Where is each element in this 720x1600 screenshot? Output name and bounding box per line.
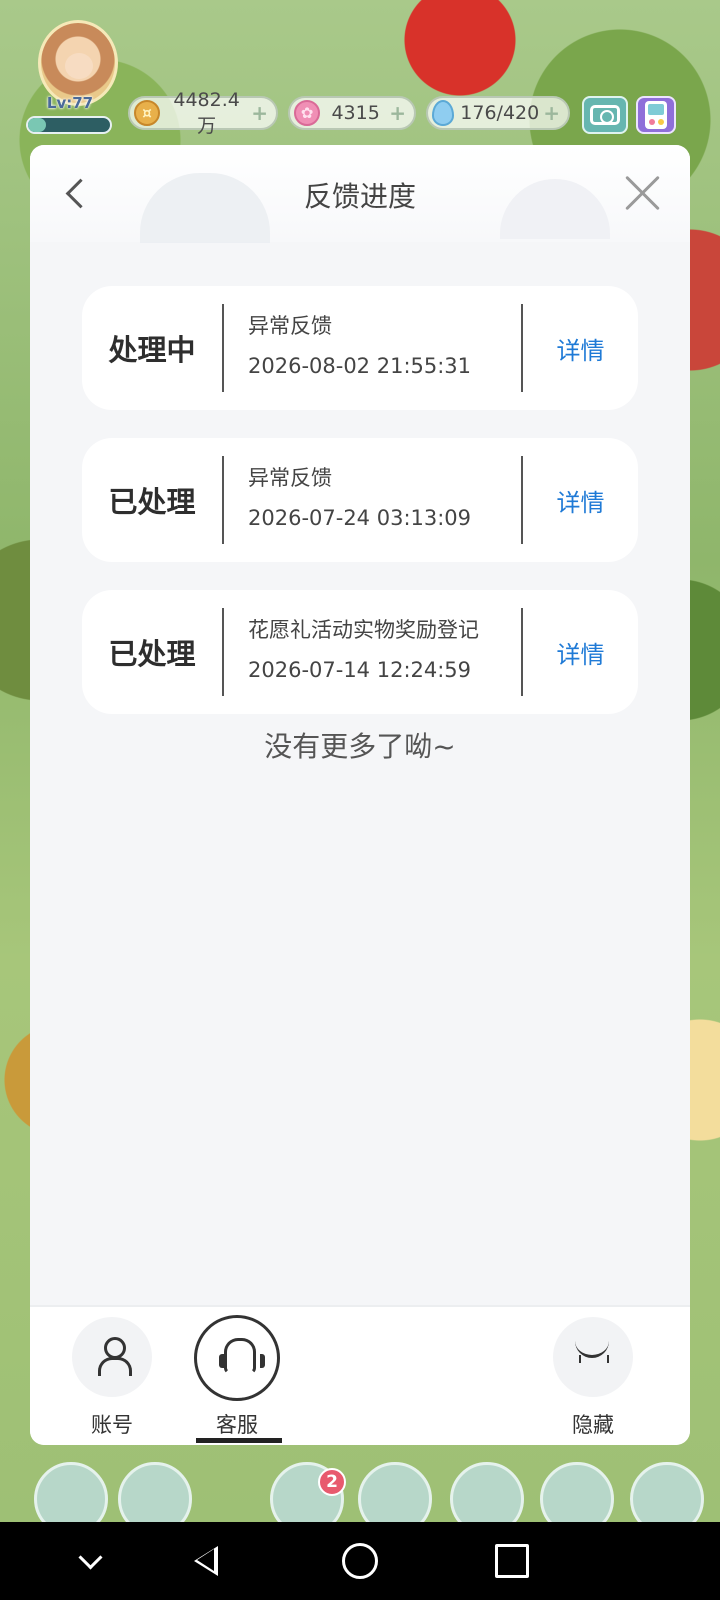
end-of-list-text: 没有更多了呦~ (264, 730, 456, 763)
tab-account-label: 账号 (91, 1413, 133, 1437)
details-link[interactable]: 详情 (523, 286, 638, 410)
service-icon-circle (194, 1315, 280, 1401)
avatar-face (65, 53, 93, 79)
record-time: 2026-08-02 21:55:31 (248, 354, 472, 378)
hide-icon-circle (553, 1317, 633, 1397)
active-tab-indicator (196, 1438, 282, 1443)
divider (222, 304, 224, 392)
account-icon-circle (72, 1317, 152, 1397)
details-link[interactable]: 详情 (523, 438, 638, 562)
details-link[interactable]: 详情 (523, 590, 638, 714)
feedback-record: 已处理 花愿礼活动实物奖励登记 2026-07-14 12:24:59 详情 (82, 590, 638, 714)
page-title: 反馈进度 (303, 180, 416, 213)
add-water-icon[interactable]: + (543, 101, 560, 125)
record-status: 已处理 (108, 485, 196, 519)
record-type: 异常反馈 (248, 314, 332, 338)
water-pill[interactable]: 176/420 + (426, 96, 570, 130)
divider (222, 608, 224, 696)
tab-account[interactable]: 账号 (67, 1317, 157, 1443)
record-type: 花愿礼活动实物奖励登记 (248, 618, 479, 642)
feedback-list: 处理中 异常反馈 2026-08-02 21:55:31 详情 已处理 异常反馈… (82, 286, 638, 742)
panel-header: 反馈进度 (30, 145, 690, 243)
system-nav-bar (0, 1522, 720, 1600)
person-icon (97, 1337, 132, 1377)
game-console-icon (645, 101, 667, 129)
add-coins-icon[interactable]: + (251, 101, 268, 125)
game-bottom-bar (0, 1448, 720, 1536)
game-console-button[interactable] (636, 96, 676, 134)
coins-pill[interactable]: ¤ 4482.4万 + (128, 89, 278, 137)
chevron-down-icon[interactable] (50, 1522, 130, 1600)
record-status: 处理中 (108, 333, 196, 367)
notification-badge: 2 (318, 1468, 346, 1496)
exp-bar-fill (28, 118, 47, 132)
headset-icon (217, 1336, 265, 1380)
record-type: 异常反馈 (248, 466, 332, 490)
water-drop-icon (432, 100, 455, 126)
camera-button[interactable] (582, 96, 628, 134)
record-time: 2026-07-14 12:24:59 (248, 658, 472, 682)
system-back-icon[interactable] (166, 1522, 246, 1600)
coins-value: 4482.4万 (173, 88, 240, 137)
feedback-record: 已处理 异常反馈 2026-07-24 03:13:09 详情 (82, 438, 638, 562)
camera-icon (590, 105, 620, 125)
tab-customer-service-label: 客服 (216, 1413, 258, 1437)
close-icon[interactable] (622, 173, 662, 213)
closed-eye-icon (573, 1347, 613, 1367)
flower-icon: ✿ (294, 100, 320, 126)
water-value: 176/420 (460, 102, 540, 124)
panel-bottom-nav: 账号 客服 隐藏 (30, 1305, 690, 1445)
feedback-progress-panel: 反馈进度 处理中 异常反馈 2026-08-02 21:55:31 详情 已处理… (30, 145, 690, 1445)
record-time: 2026-07-24 03:13:09 (248, 506, 472, 530)
feedback-record: 处理中 异常反馈 2026-08-02 21:55:31 详情 (82, 286, 638, 410)
tab-customer-service[interactable]: 客服 (192, 1315, 282, 1443)
exp-bar (26, 116, 112, 134)
flowers-value: 4315 (331, 102, 380, 124)
hide-button[interactable]: 隐藏 (548, 1317, 638, 1443)
add-flowers-icon[interactable]: + (389, 101, 406, 125)
hide-button-label: 隐藏 (572, 1413, 614, 1437)
system-recents-icon[interactable] (472, 1522, 552, 1600)
flowers-pill[interactable]: ✿ 4315 + (288, 96, 416, 130)
system-home-icon[interactable] (320, 1522, 400, 1600)
divider (222, 456, 224, 544)
record-status: 已处理 (108, 637, 196, 671)
coin-icon: ¤ (134, 100, 160, 126)
player-level: Lv:77 (46, 94, 94, 112)
